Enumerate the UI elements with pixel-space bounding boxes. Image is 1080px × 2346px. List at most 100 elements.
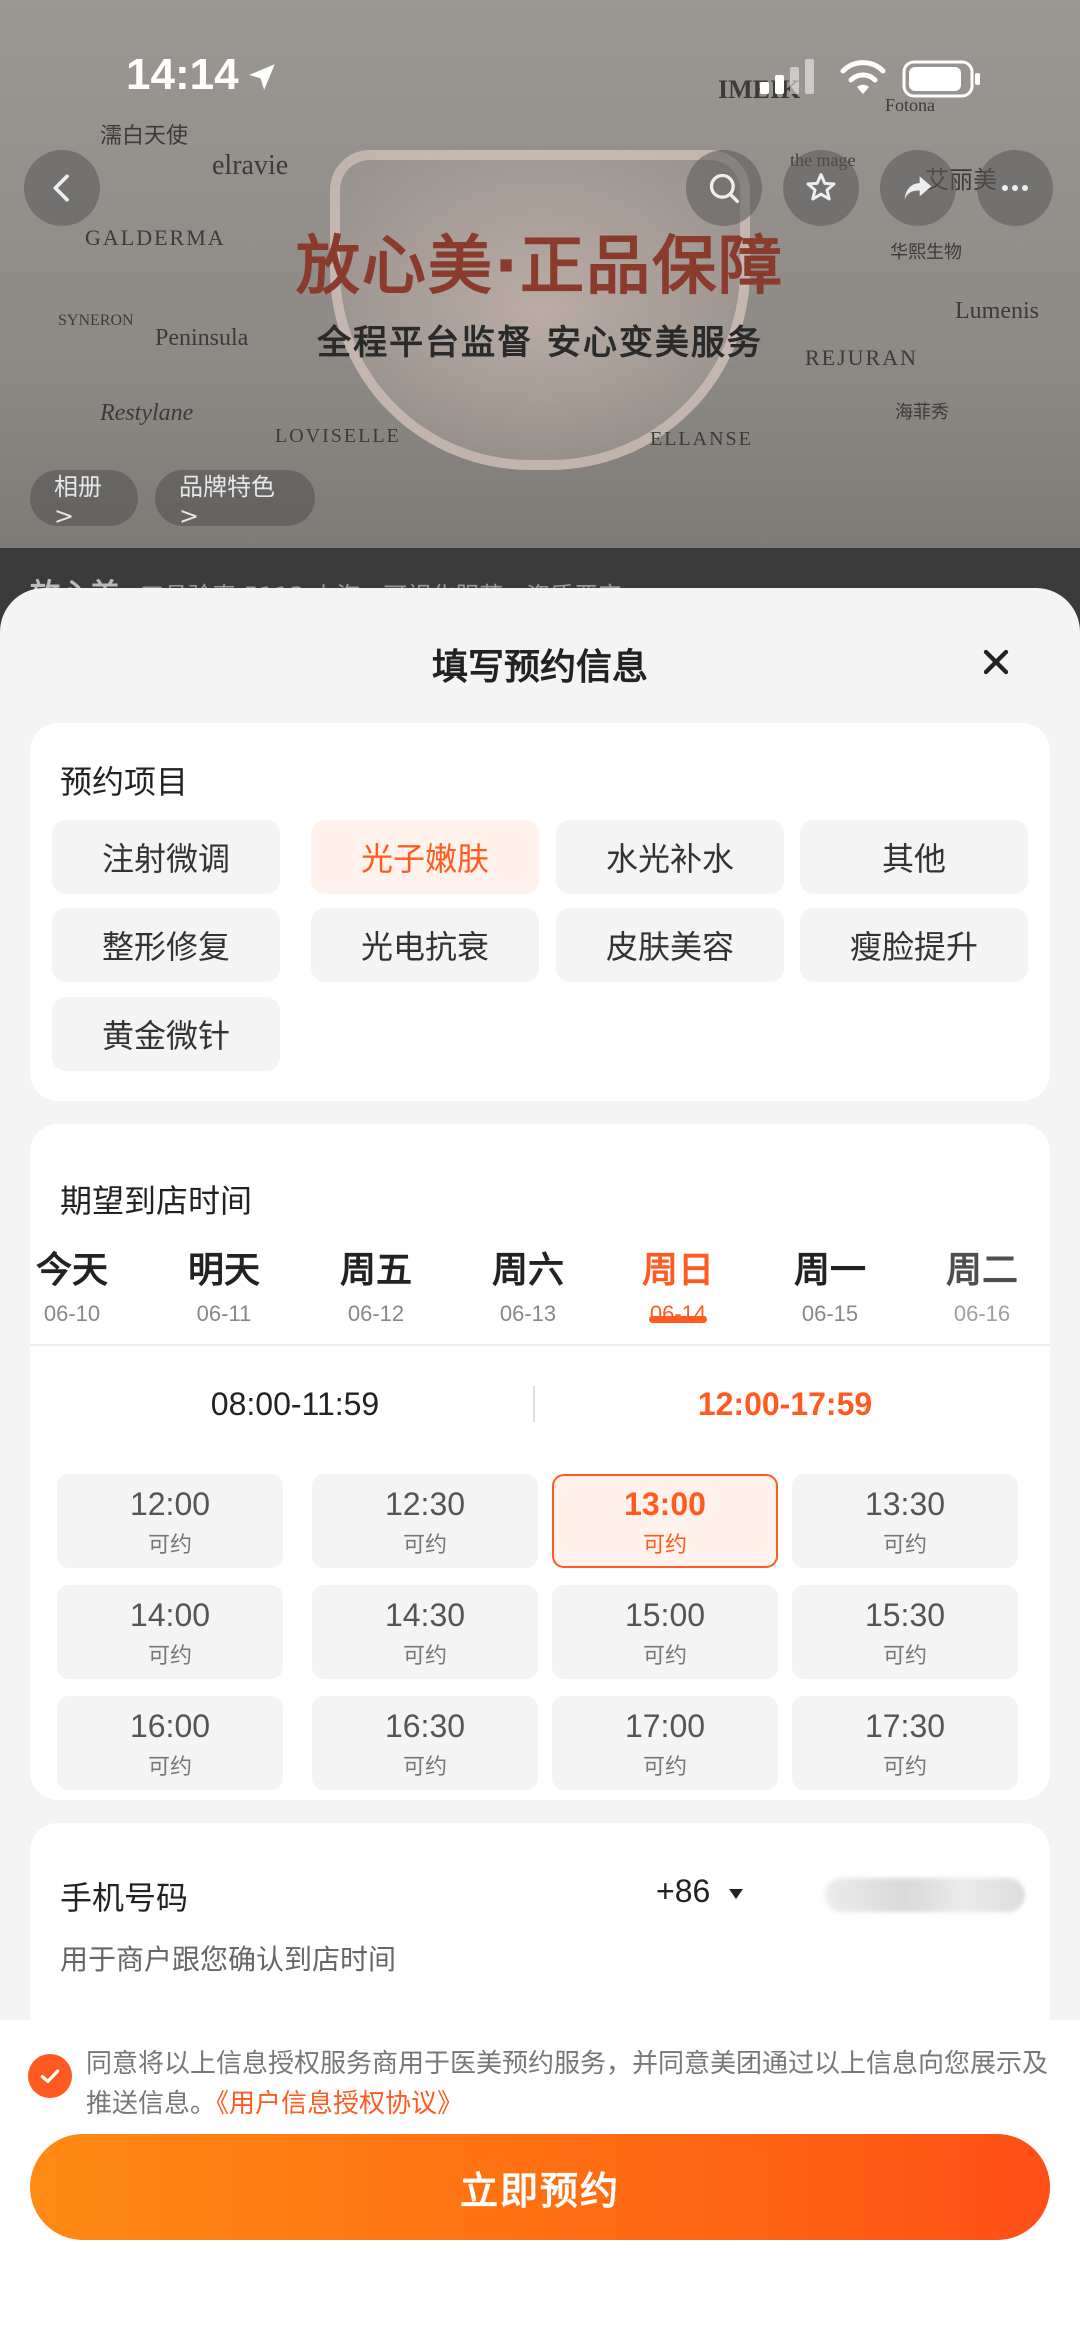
slot-time: 16:00 xyxy=(129,1708,211,1744)
slot-time: 12:30 xyxy=(384,1486,466,1522)
period-afternoon-selected[interactable]: 12:00-17:59 xyxy=(545,1386,1025,1423)
project-tag[interactable]: 光电抗衰 xyxy=(311,908,539,982)
slot-status: 可约 xyxy=(402,1644,447,1669)
slot-status: 可约 xyxy=(882,1644,927,1669)
chevron-left-icon xyxy=(53,174,69,202)
time-slot[interactable]: 15:30 可约 xyxy=(792,1585,1018,1679)
day-name: 周一 xyxy=(793,1250,866,1291)
project-tag[interactable]: 瘦脸提升 xyxy=(800,908,1028,982)
more-button[interactable] xyxy=(977,150,1053,226)
album-chip[interactable]: 相册 > xyxy=(30,470,138,530)
slot-time: 16:30 xyxy=(384,1708,466,1744)
wifi-icon xyxy=(840,60,886,94)
day-tab[interactable]: 周二 06-16 xyxy=(917,1241,1047,1327)
agreement-text: 同意将以上信息授权服务商用于医美预约服务，并同意美团通过以上信息向您展示及推送信… xyxy=(86,2044,1056,2125)
slot-status: 可约 xyxy=(882,1755,927,1780)
sheet-title: 填写预约信息 xyxy=(431,647,648,688)
phone-hint: 用于商户跟您确认到店时间 xyxy=(60,1943,397,1976)
day-name: 周六 xyxy=(491,1250,564,1291)
day-date: 06-11 xyxy=(196,1301,252,1326)
time-slot[interactable]: 17:00 可约 xyxy=(552,1696,778,1790)
time-section-label: 期望到店时间 xyxy=(60,1182,253,1220)
project-tag[interactable]: 其他 xyxy=(800,820,1028,894)
slot-time: 15:00 xyxy=(624,1597,706,1633)
status-time: 14:14 xyxy=(126,50,239,99)
brand-feature-chip[interactable]: 品牌特色 > xyxy=(155,470,315,530)
checkmark-icon xyxy=(40,2069,60,2084)
slot-time: 13:00 xyxy=(624,1486,706,1522)
close-icon[interactable] xyxy=(976,642,1016,682)
day-selector: 今天 06-10 明天 06-11 周五 06-12 周六 06-13 周日 0… xyxy=(30,1241,1050,1341)
brand-logo: elravie xyxy=(212,150,289,181)
project-card: 预约项目 注射微调 光子嫩肤 水光补水 其他 整形修复 光电抗衰 皮肤美容 瘦脸… xyxy=(30,723,1050,1101)
time-slot[interactable]: 14:30 可约 xyxy=(312,1585,538,1679)
slot-status: 可约 xyxy=(642,1755,687,1780)
slot-time: 12:00 xyxy=(129,1486,211,1522)
brand-logo: LOVISELLE xyxy=(275,425,401,447)
brand-logo: 海菲秀 xyxy=(895,402,949,422)
time-slot[interactable]: 14:00 可约 xyxy=(57,1585,283,1679)
slot-time: 14:00 xyxy=(129,1597,211,1633)
day-tab[interactable]: 周六 06-13 xyxy=(463,1241,593,1327)
divider xyxy=(30,1344,1050,1346)
day-date: 06-15 xyxy=(801,1301,859,1326)
time-slot[interactable]: 12:30 可约 xyxy=(312,1474,538,1568)
search-button[interactable] xyxy=(686,150,762,226)
day-name: 周五 xyxy=(339,1250,412,1291)
phone-number-field[interactable] xyxy=(825,1878,1025,1912)
time-slot[interactable]: 16:30 可约 xyxy=(312,1696,538,1790)
time-slot[interactable]: 17:30 可约 xyxy=(792,1696,1018,1790)
day-tab[interactable]: 今天 06-10 xyxy=(7,1241,137,1327)
slot-time: 13:30 xyxy=(864,1486,946,1522)
day-date: 06-10 xyxy=(43,1301,101,1326)
day-tab[interactable]: 周一 06-15 xyxy=(765,1241,895,1327)
project-tag[interactable]: 黄金微针 xyxy=(52,997,280,1071)
slot-time: 17:00 xyxy=(624,1708,706,1744)
banner-headline: 放心美·正品保障 xyxy=(295,230,785,304)
slot-status: 可约 xyxy=(402,1755,447,1780)
time-card: 期望到店时间 今天 06-10 明天 06-11 周五 06-12 周六 06-… xyxy=(30,1124,1050,1800)
time-slot-selected[interactable]: 13:00 可约 xyxy=(552,1474,778,1568)
brand-logo: Restylane xyxy=(100,400,194,426)
location-arrow-icon xyxy=(249,64,275,90)
star-icon xyxy=(806,173,836,201)
slot-time: 15:30 xyxy=(864,1597,946,1633)
caret-down-icon[interactable] xyxy=(727,1887,745,1901)
day-tab[interactable]: 周五 06-12 xyxy=(311,1241,441,1327)
slot-status: 可约 xyxy=(147,1644,192,1669)
project-tag[interactable]: 注射微调 xyxy=(52,820,280,894)
agreement-link[interactable]: 《用户信息授权协议》 xyxy=(216,2089,463,2119)
project-tag[interactable]: 水光补水 xyxy=(556,820,784,894)
agreement-checkbox[interactable] xyxy=(28,2054,72,2098)
search-icon xyxy=(709,173,739,203)
time-slot[interactable]: 15:00 可约 xyxy=(552,1585,778,1679)
period-morning[interactable]: 08:00-11:59 xyxy=(55,1386,535,1423)
time-slot[interactable]: 13:30 可约 xyxy=(792,1474,1018,1568)
project-tag[interactable]: 皮肤美容 xyxy=(556,908,784,982)
share-button[interactable] xyxy=(880,150,956,226)
day-tab-selected[interactable]: 周日 06-14 xyxy=(613,1241,743,1327)
project-section-label: 预约项目 xyxy=(60,763,189,801)
more-dots-icon xyxy=(1002,185,1028,191)
day-name: 明天 xyxy=(187,1250,260,1291)
period-separator xyxy=(533,1386,535,1422)
favorite-button[interactable] xyxy=(783,150,859,226)
project-tag[interactable]: 整形修复 xyxy=(52,908,280,982)
phone-label: 手机号码 xyxy=(60,1879,189,1917)
project-tag-selected[interactable]: 光子嫩肤 xyxy=(311,820,539,894)
share-icon xyxy=(904,176,932,200)
back-button[interactable] xyxy=(24,150,100,226)
day-date: 06-13 xyxy=(499,1301,557,1326)
time-slot[interactable]: 12:00 可约 xyxy=(57,1474,283,1568)
banner-subline: 全程平台监督 安心变美服务 xyxy=(317,323,763,363)
slot-status: 可约 xyxy=(402,1533,447,1558)
country-code-select[interactable]: +86 xyxy=(656,1873,710,1910)
battery-icon xyxy=(902,60,980,98)
time-slot[interactable]: 16:00 可约 xyxy=(57,1696,283,1790)
slot-status: 可约 xyxy=(642,1644,687,1669)
day-date: 06-12 xyxy=(347,1301,405,1326)
day-selected-indicator xyxy=(649,1316,707,1323)
book-now-button[interactable]: 立即预约 xyxy=(30,2134,1050,2240)
bottom-action-bar: 同意将以上信息授权服务商用于医美预约服务，并同意美团通过以上信息向您展示及推送信… xyxy=(0,2020,1080,2346)
day-tab[interactable]: 明天 06-11 xyxy=(159,1241,289,1327)
